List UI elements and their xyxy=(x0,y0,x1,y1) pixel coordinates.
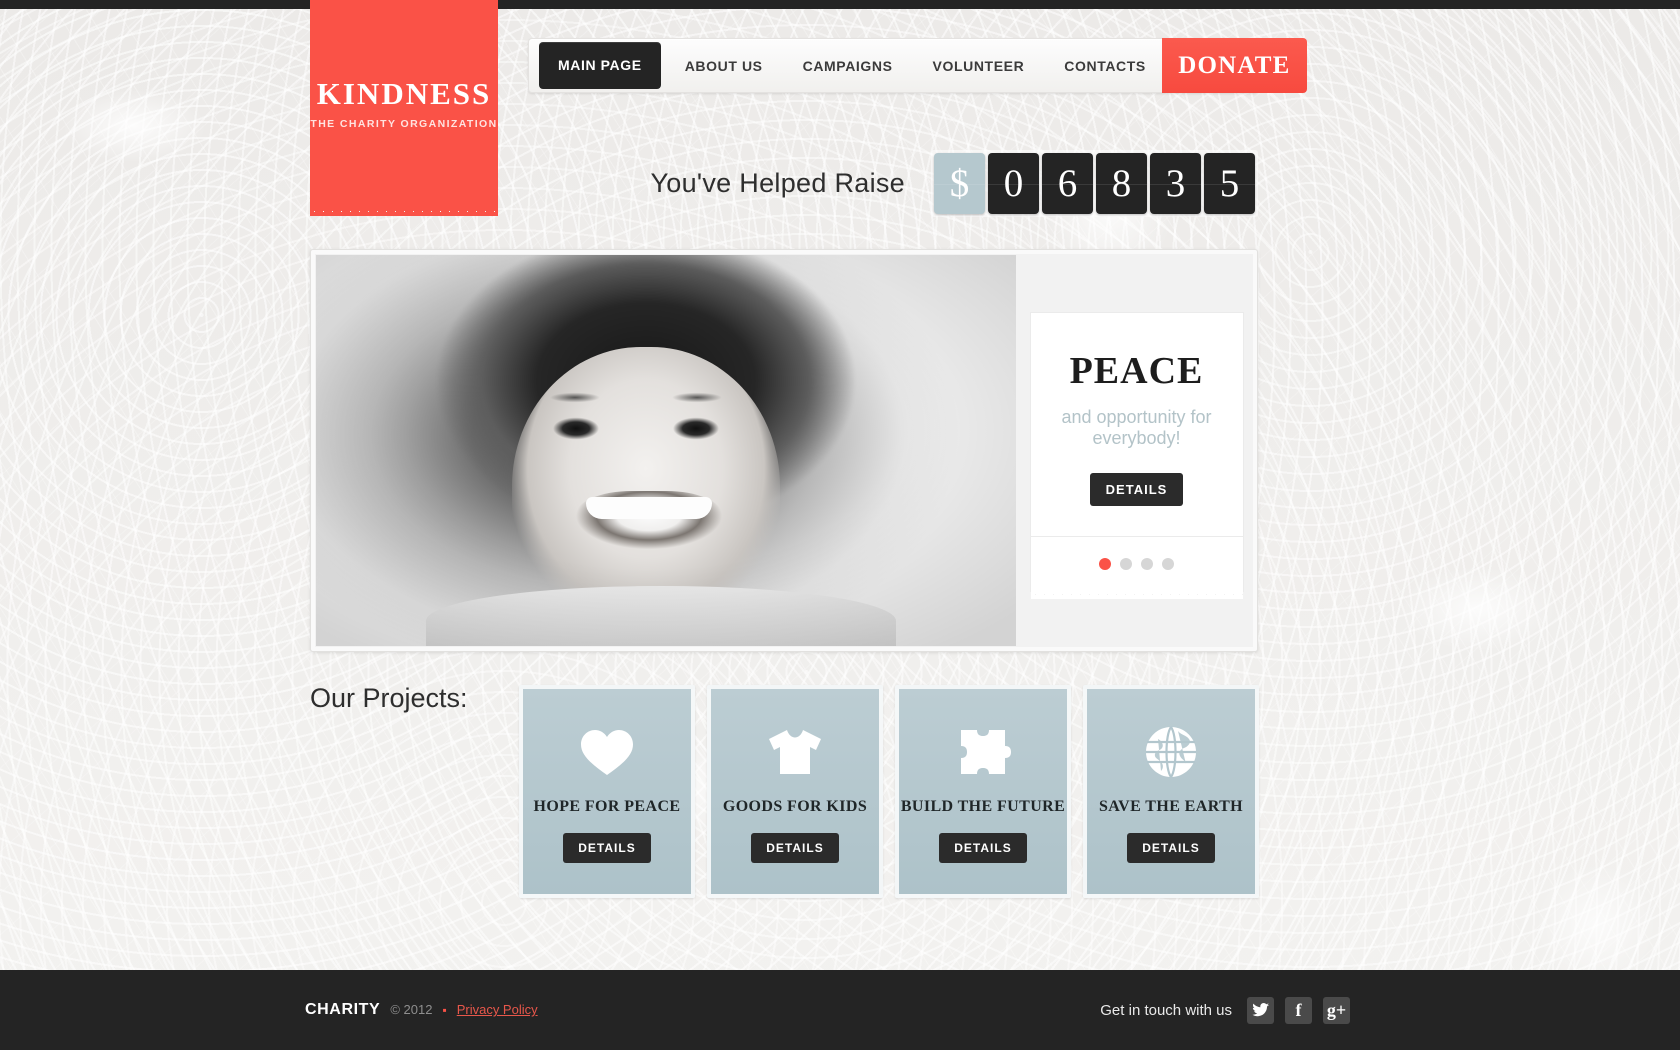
privacy-policy-link[interactable]: Privacy Policy xyxy=(457,1002,538,1017)
heart-icon xyxy=(578,723,636,781)
footer-bullet: ▪ xyxy=(442,1003,447,1017)
nav-item-campaigns[interactable]: CAMPAIGNS xyxy=(787,58,909,74)
brand-name: KINDNESS xyxy=(316,76,492,111)
counter-digit-1: 0 xyxy=(988,153,1039,214)
project-details-button[interactable]: DETAILS xyxy=(751,833,839,863)
counter-digit-5: 5 xyxy=(1204,153,1255,214)
social-label: Get in touch with us xyxy=(1100,1001,1232,1019)
site-logo[interactable]: KINDNESS THE CHARITY ORGANIZATION xyxy=(310,0,498,216)
nav-item-about-us[interactable]: ABOUT US xyxy=(669,58,779,74)
hero-details-button[interactable]: DETAILS xyxy=(1089,473,1184,506)
globe-icon xyxy=(1142,723,1200,781)
main-navigation: MAIN PAGE ABOUT US CAMPAIGNS VOLUNTEER C… xyxy=(528,38,1307,93)
project-title: GOODS FOR KIDS xyxy=(722,798,868,815)
tshirt-icon xyxy=(766,723,824,781)
project-details-button[interactable]: DETAILS xyxy=(1127,833,1215,863)
counter-digits: $ 0 6 8 3 5 xyxy=(931,150,1258,217)
project-card-save-the-earth[interactable]: SAVE THE EARTH DETAILS xyxy=(1083,685,1259,898)
hero-title: PEACE xyxy=(1069,350,1204,392)
project-title: BUILD THE FUTURE xyxy=(900,798,1066,815)
slider-pagination xyxy=(1029,537,1244,599)
brand-tagline: THE CHARITY ORGANIZATION xyxy=(310,118,498,130)
hero-photo-smiling-child xyxy=(316,255,1016,646)
top-strip xyxy=(0,0,1680,9)
slider-dot-4[interactable] xyxy=(1162,558,1174,570)
project-card-build-the-future[interactable]: BUILD THE FUTURE DETAILS xyxy=(895,685,1071,898)
donate-button[interactable]: DONATE xyxy=(1161,38,1307,93)
nav-item-main-page[interactable]: MAIN PAGE xyxy=(539,42,661,89)
googleplus-icon[interactable]: g+ xyxy=(1323,996,1350,1024)
footer-brand: CHARITY xyxy=(305,1001,381,1018)
slider-dot-3[interactable] xyxy=(1141,558,1153,570)
photo-vignette xyxy=(316,255,1016,646)
footer-social: Get in touch with us f g+ xyxy=(1100,996,1350,1024)
project-details-button[interactable]: DETAILS xyxy=(563,833,651,863)
hero-subtitle: and opportunity for everybody! xyxy=(1061,407,1212,448)
facebook-icon[interactable]: f xyxy=(1285,996,1312,1024)
counter-digit-2: 6 xyxy=(1042,153,1093,214)
twitter-icon[interactable] xyxy=(1247,996,1274,1024)
footer-copyright: © 2012 xyxy=(390,1002,433,1017)
puzzle-icon xyxy=(954,723,1012,781)
project-card-goods-for-kids[interactable]: GOODS FOR KIDS DETAILS xyxy=(707,685,883,898)
hero-caption: PEACE and opportunity for everybody! DET… xyxy=(1021,255,1252,646)
counter-label: You've Helped Raise xyxy=(650,168,905,198)
nav-item-volunteer[interactable]: VOLUNTEER xyxy=(917,58,1041,74)
hero-slider: PEACE and opportunity for everybody! DET… xyxy=(310,249,1258,652)
hero-caption-card: PEACE and opportunity for everybody! DET… xyxy=(1029,312,1244,537)
projects-heading: Our Projects: xyxy=(310,683,468,713)
project-details-button[interactable]: DETAILS xyxy=(939,833,1027,863)
footer-left: CHARITY © 2012 ▪ Privacy Policy xyxy=(305,1001,538,1019)
projects-list: HOPE FOR PEACE DETAILS GOODS FOR KIDS DE… xyxy=(519,685,1259,898)
counter-digit-4: 3 xyxy=(1150,153,1201,214)
counter-currency-symbol: $ xyxy=(934,153,985,214)
slider-dot-2[interactable] xyxy=(1120,558,1132,570)
project-title: HOPE FOR PEACE xyxy=(533,798,681,815)
counter-digit-3: 8 xyxy=(1096,153,1147,214)
project-card-hope-for-peace[interactable]: HOPE FOR PEACE DETAILS xyxy=(519,685,695,898)
nav-item-contacts[interactable]: CONTACTS xyxy=(1048,58,1162,74)
site-footer: CHARITY © 2012 ▪ Privacy Policy Get in t… xyxy=(0,970,1680,1050)
project-title: SAVE THE EARTH xyxy=(1098,798,1244,815)
slider-dot-1[interactable] xyxy=(1099,558,1111,570)
